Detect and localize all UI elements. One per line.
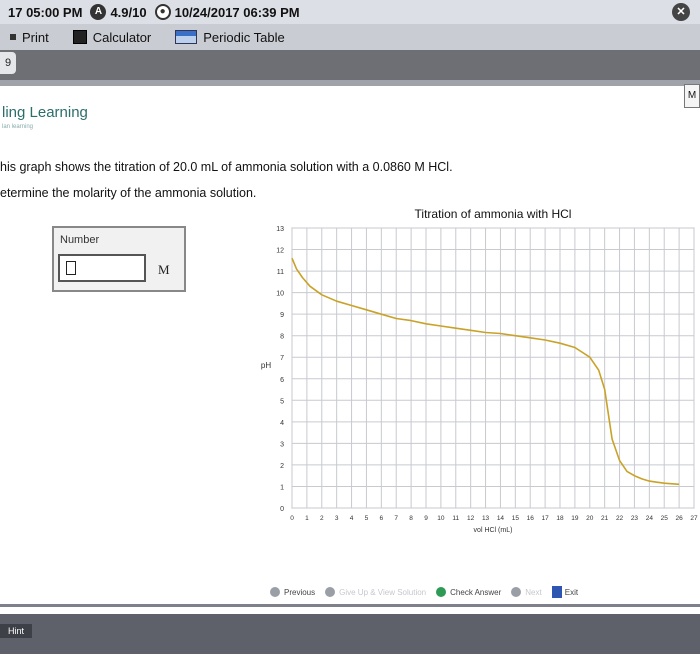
x-tick-label: 12 <box>467 515 475 522</box>
side-badge[interactable]: M <box>684 84 700 108</box>
x-tick-label: 26 <box>675 515 683 522</box>
hint-button[interactable]: Hint <box>0 624 33 638</box>
status-bar: 17 05:00 PM A 4.9/10 ● 10/24/2017 06:39 … <box>0 0 700 24</box>
score-value: 4.9/10 <box>110 4 147 20</box>
give-up-button[interactable]: Give Up & View Solution <box>325 587 426 597</box>
calculator-icon <box>72 30 87 44</box>
x-tick-label: 3 <box>335 515 339 522</box>
x-tick-label: 11 <box>452 515 459 522</box>
y-tick-label: 9 <box>280 312 284 319</box>
brand-subtitle: lan learning <box>2 124 34 130</box>
question-line-1: his graph shows the titration of 20.0 mL… <box>0 160 453 174</box>
x-tick-label: 5 <box>365 515 369 522</box>
y-axis-label: pH <box>261 361 271 370</box>
y-tick-label: 12 <box>276 248 284 255</box>
next-label: Next <box>525 587 542 597</box>
answer-input[interactable] <box>58 254 146 282</box>
x-tick-label: 27 <box>690 515 698 522</box>
x-tick-label: 10 <box>437 515 445 522</box>
plot-area <box>291 227 695 509</box>
x-tick-label: 13 <box>482 515 490 522</box>
periodic-table-button[interactable]: Periodic Table <box>175 29 285 45</box>
y-tick-label: 0 <box>280 506 284 513</box>
question-tab-strip: 9 <box>0 50 700 80</box>
periodic-table-label: Periodic Table <box>203 29 285 45</box>
divider <box>0 80 700 86</box>
y-tick-label: 5 <box>280 398 284 405</box>
answer-unit: M <box>158 262 170 277</box>
y-tick-label: 11 <box>277 269 284 276</box>
toolbar: Print Calculator Periodic Table <box>0 24 700 50</box>
footer-divider <box>0 604 700 607</box>
chart-title: Titration of ammonia with HCl <box>415 207 572 221</box>
print-button[interactable]: Print <box>10 30 49 45</box>
check-answer-button[interactable]: Check Answer <box>436 587 501 597</box>
x-tick-label: 24 <box>646 515 654 522</box>
question-number-tab[interactable]: 9 <box>0 52 16 74</box>
close-icon[interactable]: ✕ <box>672 3 690 21</box>
x-tick-label: 22 <box>616 515 624 522</box>
periodic-table-icon <box>175 30 198 44</box>
previous-icon <box>270 587 280 597</box>
y-tick-label: 2 <box>280 463 284 470</box>
y-tick-label: 4 <box>280 420 284 427</box>
exit-icon <box>551 586 562 598</box>
score-icon: A <box>90 4 107 20</box>
x-tick-label: 25 <box>661 515 669 522</box>
due-value: 10/24/2017 06:39 PM <box>174 4 300 20</box>
y-tick-label: 13 <box>276 226 284 233</box>
y-tick-label: 1 <box>280 484 284 491</box>
calculator-button[interactable]: Calculator <box>72 29 152 45</box>
y-tick-label: 10 <box>276 291 284 298</box>
answer-box: Number M <box>52 226 186 292</box>
print-label: Print <box>22 29 49 45</box>
titration-chart: Titration of ammonia with HCl01234567891… <box>261 207 698 534</box>
x-tick-label: 8 <box>409 515 413 522</box>
brand-title: ling Learning <box>2 104 88 121</box>
input-cursor <box>66 261 76 275</box>
next-button[interactable]: Next <box>511 587 542 597</box>
clock-icon: ● <box>154 4 171 20</box>
x-tick-label: 4 <box>350 515 354 522</box>
exit-button[interactable]: Exit <box>551 586 579 598</box>
previous-label: Previous <box>284 587 316 597</box>
check-answer-icon <box>436 587 447 597</box>
due-display: ● 10/24/2017 06:39 PM <box>154 4 300 20</box>
time-display: 17 05:00 PM <box>8 4 83 20</box>
x-tick-label: 20 <box>586 515 594 522</box>
print-icon <box>10 34 16 40</box>
y-tick-label: 8 <box>280 334 284 341</box>
give-up-label: Give Up & View Solution <box>339 587 427 597</box>
exit-label: Exit <box>564 587 579 597</box>
hint-bar: Hint <box>0 614 700 654</box>
x-tick-label: 21 <box>601 515 609 522</box>
x-tick-label: 18 <box>556 515 564 522</box>
y-tick-label: 7 <box>280 355 284 362</box>
x-tick-label: 2 <box>320 515 324 522</box>
x-tick-label: 6 <box>380 515 384 522</box>
x-tick-label: 23 <box>631 515 639 522</box>
y-tick-label: 3 <box>280 441 284 448</box>
footer-nav: Previous Give Up & View Solution Check A… <box>270 586 588 598</box>
answer-label: Number <box>60 234 100 246</box>
give-up-icon <box>325 587 336 597</box>
x-tick-label: 16 <box>527 515 535 522</box>
y-tick-label: 6 <box>280 377 284 384</box>
x-tick-label: 15 <box>512 515 520 522</box>
calculator-label: Calculator <box>92 29 152 45</box>
x-tick-label: 7 <box>394 515 398 522</box>
question-line-2: etermine the molarity of the ammonia sol… <box>0 186 257 200</box>
next-icon <box>511 587 522 597</box>
x-axis-label: vol HCl (mL) <box>474 527 513 534</box>
check-answer-label: Check Answer <box>450 587 502 597</box>
previous-button[interactable]: Previous <box>270 587 315 597</box>
x-tick-label: 19 <box>571 515 579 522</box>
x-tick-label: 14 <box>497 515 505 522</box>
x-tick-label: 9 <box>424 515 428 522</box>
x-tick-label: 17 <box>541 515 549 522</box>
x-tick-label: 0 <box>290 515 294 522</box>
x-tick-label: 1 <box>305 515 309 522</box>
score-display: A 4.9/10 <box>90 4 147 20</box>
